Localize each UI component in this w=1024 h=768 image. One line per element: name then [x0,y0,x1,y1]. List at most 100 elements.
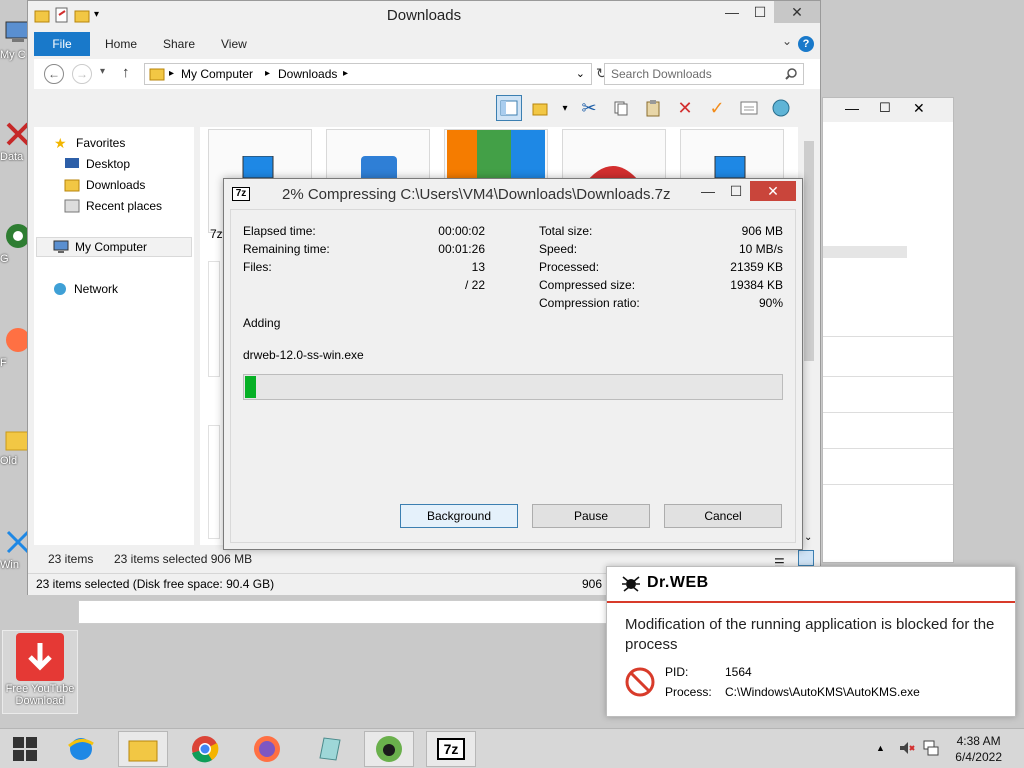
volume-muted-icon[interactable] [898,739,916,760]
tab-home[interactable]: Home [105,32,137,56]
show-hidden-icons[interactable]: ▲ [876,743,885,753]
current-file: drweb-12.0-ss-win.exe [243,348,364,362]
search-input[interactable]: Search Downloads [604,63,804,85]
nav-favorites[interactable]: ★ Favorites [54,133,125,153]
minimize-icon[interactable]: — [845,100,859,116]
start-button[interactable] [0,731,50,767]
minimize-button[interactable]: — [718,1,746,23]
nav-recent-places[interactable]: Recent places [64,196,162,216]
scrollbar-thumb[interactable] [804,141,814,361]
file-label: 7z [210,227,223,241]
clock-date: 6/4/2022 [955,750,1002,764]
recent-locations-icon[interactable]: ▾ [100,66,105,77]
internet-explorer-icon [68,738,94,760]
folder-icon [128,740,158,762]
selected-count: 23 items selected 906 MB [114,552,253,566]
tab-file[interactable]: File [34,32,90,56]
pid-label: PID: [665,665,689,679]
taskbar-notepad[interactable] [304,731,354,767]
desktop-icon-label: Free YouTube Download [5,683,75,707]
up-arrow-icon[interactable]: ↑ [122,64,130,81]
search-icon [785,68,797,80]
cancel-button[interactable]: Cancel [664,504,782,528]
star-icon: ★ [54,135,67,151]
large-icons-view-icon[interactable] [798,550,814,566]
taskbar-7zip[interactable]: 7z [426,731,476,767]
checkmark-icon[interactable]: ✓ [704,95,730,121]
notification-message: Modification of the running application … [625,616,995,653]
nav-desktop[interactable]: Desktop [64,154,130,174]
nav-my-computer[interactable]: My Computer [36,237,192,257]
taskbar-drweb[interactable] [364,731,414,767]
avg-icon [447,130,545,180]
back-button[interactable]: ← [44,64,64,84]
delete-icon[interactable]: ✕ [672,95,698,121]
maximize-button[interactable]: ☐ [722,181,750,201]
copy-icon[interactable] [608,95,634,121]
maximize-icon[interactable]: ☐ [879,100,891,116]
ribbon: File Home Share View ⌄ ? [34,32,820,56]
properties-icon[interactable] [736,95,762,121]
downloads-folder-icon [149,68,165,81]
remaining-label: Remaining time: [243,242,330,256]
paste-icon[interactable] [640,95,666,121]
chevron-down-icon[interactable]: ▾ [560,95,570,121]
cut-icon[interactable]: ✂ [576,95,602,121]
close-icon[interactable]: ✕ [913,100,925,117]
elapsed-value: 00:00:02 [438,224,485,238]
firefox-icon [254,736,280,762]
maximize-button[interactable]: ☐ [746,1,774,23]
7zip-icon: 7z [232,187,250,201]
nav-network[interactable]: Network [52,279,118,299]
breadcrumb-downloads[interactable]: Downloads [278,64,337,84]
taskbar-firefox[interactable] [242,731,292,767]
windows-logo-icon [13,737,37,761]
globe-icon[interactable] [768,95,794,121]
file-thumbnail[interactable] [208,425,220,539]
pause-button[interactable]: Pause [532,504,650,528]
scroll-down-icon[interactable]: ⌄ [804,532,812,543]
navigation-pane: ★ Favorites Desktop Downloads Recent pla… [34,127,194,545]
tab-share[interactable]: Share [163,32,195,56]
nav-label: Downloads [86,178,146,192]
preview-pane-icon[interactable] [496,95,522,121]
progress-bar [243,374,783,400]
select-folder-icon[interactable] [528,95,554,121]
close-button[interactable]: ✕ [774,1,820,23]
minimize-button[interactable]: — [694,181,722,201]
clock[interactable]: 4:38 AM 6/4/2022 [955,733,1002,765]
background-window-titlebar: — ☐ ✕ [823,98,953,122]
breadcrumb-separator-icon: ▸ [169,68,175,79]
notification-header: Dr.WEB [607,567,1015,603]
network-icon [54,283,66,295]
tab-view[interactable]: View [221,32,247,56]
nav-label: Recent places [86,199,163,213]
files-total: / 22 [464,278,485,292]
background-button[interactable]: Background [400,504,518,528]
address-field[interactable]: ▸ My Computer ▸ Downloads ▸ ⌄ [144,63,592,85]
process-value: C:\Windows\AutoKMS\AutoKMS.exe [725,685,920,699]
drweb-spider-icon [376,736,402,762]
compressed-size-label: Compressed size: [539,278,636,292]
compress-progress-dialog: 7z 2% Compressing C:\Users\VM4\Downloads… [223,178,803,550]
close-button[interactable]: ✕ [750,181,796,201]
elapsed-label: Elapsed time: [243,224,316,238]
nav-downloads[interactable]: Downloads [64,175,145,195]
total-size-label: Total size: [539,224,593,238]
taskbar-file-explorer[interactable] [118,731,168,767]
chevron-down-icon[interactable]: ⌄ [576,64,585,84]
network-icon[interactable] [922,739,940,760]
chevron-down-icon[interactable]: ⌄ [782,34,792,48]
processed-value: 21359 KB [730,260,783,274]
drweb-notification[interactable]: Dr.WEB Modification of the running appli… [606,566,1016,717]
dialog-title: 2% Compressing C:\Users\VM4\Downloads\Do… [282,186,671,203]
taskbar-chrome[interactable] [180,731,230,767]
breadcrumb-my-computer[interactable]: My Computer [181,64,253,84]
desktop-icon-free-youtube-download[interactable]: Free YouTube Download [2,630,78,714]
chrome-icon [192,736,219,763]
taskbar-internet-explorer[interactable] [56,731,106,767]
help-icon[interactable]: ? [798,36,814,52]
forward-button[interactable]: → [72,64,92,84]
file-thumbnail[interactable] [208,261,220,377]
taskbar: 7z ▲ 4:38 AM 6/4/2022 [0,728,1024,768]
